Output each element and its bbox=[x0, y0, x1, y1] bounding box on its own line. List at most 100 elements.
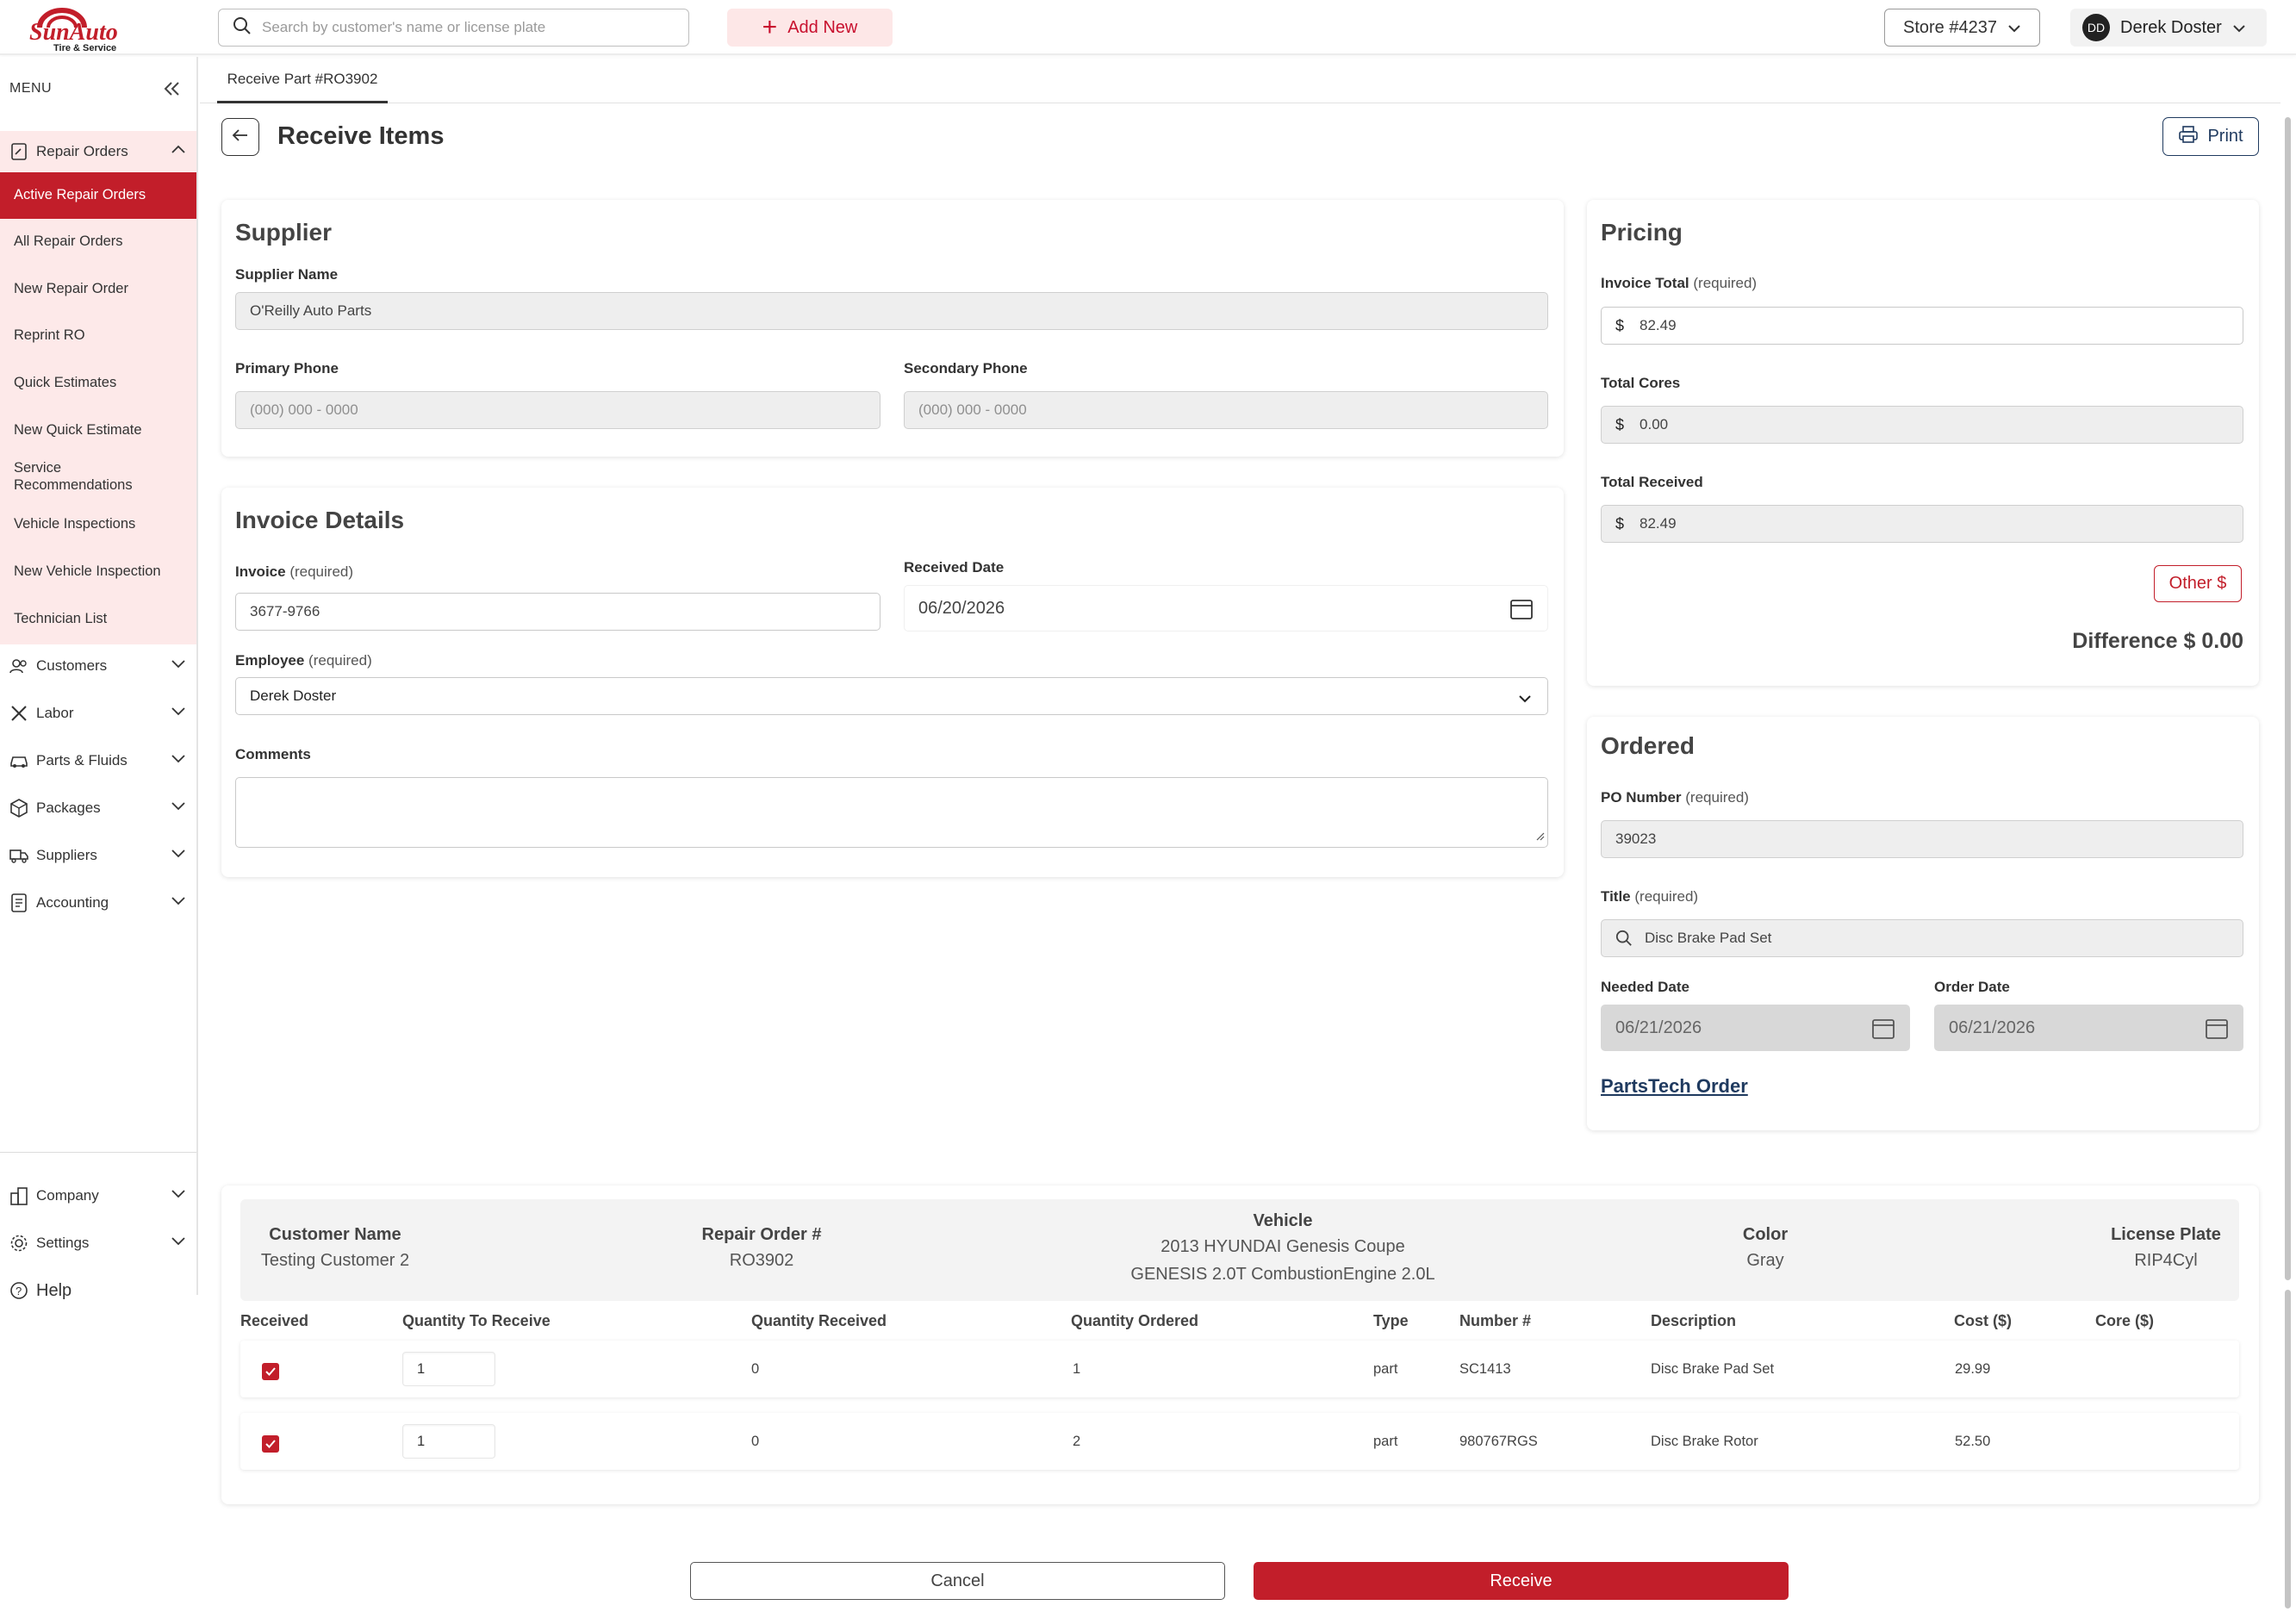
user-menu[interactable]: DD Derek Doster bbox=[2070, 9, 2267, 47]
search-input[interactable]: Search by customer's name or license pla… bbox=[218, 9, 689, 47]
print-button[interactable]: Print bbox=[2162, 117, 2259, 156]
top-bar: SunAuto Tire & Service Search by custome… bbox=[0, 0, 2296, 55]
package-icon bbox=[9, 798, 29, 818]
calendar-icon[interactable] bbox=[1509, 598, 1534, 625]
employee-label-text: Employee bbox=[235, 652, 305, 669]
total-cores-field[interactable]: $0.00 bbox=[1601, 406, 2243, 444]
sidebar-item-help[interactable]: ? Help bbox=[0, 1270, 196, 1311]
total-received-label: Total Received bbox=[1601, 474, 1703, 490]
dollar-sign: $ bbox=[1615, 316, 1625, 334]
sidebar-item-label: Settings bbox=[36, 1235, 90, 1251]
total-cores-value: 0.00 bbox=[1640, 416, 1669, 432]
comments-label: Comments bbox=[235, 746, 311, 762]
calendar-icon[interactable] bbox=[1871, 1017, 1895, 1045]
sidebar-item-suppliers[interactable]: Suppliers bbox=[0, 835, 196, 876]
scrollbar-thumb[interactable] bbox=[2285, 117, 2291, 1280]
total-received-field[interactable]: $82.49 bbox=[1601, 505, 2243, 543]
primary-phone-field[interactable]: (000) 000 - 0000 bbox=[235, 391, 880, 429]
sidebar-item-label: Customers bbox=[36, 657, 108, 674]
quantity-to-receive-input[interactable]: 1 bbox=[402, 1352, 495, 1386]
store-selector[interactable]: Store #4237 bbox=[1884, 9, 2040, 47]
sunauto-logo[interactable]: SunAuto Tire & Service bbox=[28, 5, 131, 53]
chevron-down-icon bbox=[171, 1185, 186, 1203]
received-checkbox[interactable] bbox=[262, 1435, 279, 1453]
license-plate-header: License Plate bbox=[2111, 1225, 2221, 1244]
sidebar-item-repair-orders[interactable]: Repair Orders bbox=[0, 131, 196, 172]
needed-date-field[interactable]: 06/21/2026 bbox=[1601, 1005, 1910, 1051]
sidebar-item-all-repair-orders[interactable]: All Repair Orders bbox=[0, 219, 196, 265]
help-icon: ? bbox=[9, 1280, 29, 1301]
sidebar-item-service-recommendations[interactable]: Service Recommendations bbox=[0, 454, 172, 501]
collapse-sidebar-icon[interactable] bbox=[164, 79, 181, 102]
color-col: Color Gray bbox=[1714, 1225, 1817, 1274]
secondary-phone-field[interactable]: (000) 000 - 0000 bbox=[904, 391, 1548, 429]
users-icon bbox=[9, 656, 29, 676]
order-date-field[interactable]: 06/21/2026 bbox=[1934, 1005, 2243, 1051]
invoice-total-label: Invoice Total (required) bbox=[1601, 275, 1757, 292]
quantity-to-receive-input[interactable]: 1 bbox=[402, 1424, 495, 1459]
sidebar-item-customers[interactable]: Customers bbox=[0, 645, 196, 687]
quantity-received-cell: 0 bbox=[751, 1434, 760, 1449]
sidebar-item-company[interactable]: Company bbox=[0, 1175, 196, 1216]
received-checkbox[interactable] bbox=[262, 1363, 279, 1380]
invoice-total-field[interactable]: $82.49 bbox=[1601, 307, 2243, 345]
sidebar-item-labor[interactable]: Labor bbox=[0, 693, 196, 734]
employee-select[interactable]: Derek Doster bbox=[235, 677, 1548, 715]
repair-order-value: RO3902 bbox=[729, 1251, 794, 1270]
car-icon bbox=[9, 750, 29, 771]
tab-bar: Receive Part #RO3902 bbox=[200, 57, 2280, 103]
sidebar-item-accounting[interactable]: Accounting bbox=[0, 882, 196, 924]
sidebar-item-quick-estimates[interactable]: Quick Estimates bbox=[0, 360, 196, 407]
col-header-core: Core ($) bbox=[2095, 1312, 2155, 1329]
chevron-down-icon bbox=[171, 1233, 186, 1250]
sidebar-item-vehicle-inspections[interactable]: Vehicle Inspections bbox=[0, 501, 196, 548]
col-header-received: Received bbox=[240, 1312, 309, 1329]
add-new-button[interactable]: + Add New bbox=[727, 9, 893, 47]
sidebar-item-technician-list[interactable]: Technician List bbox=[0, 596, 196, 643]
sidebar-item-active-repair-orders[interactable]: Active Repair Orders bbox=[0, 172, 196, 219]
other-amount-button[interactable]: Other $ bbox=[2154, 565, 2242, 602]
sidebar-item-reprint-ro[interactable]: Reprint RO bbox=[0, 313, 196, 359]
resize-handle-icon[interactable] bbox=[1534, 828, 1545, 845]
sidebar-item-new-quick-estimate[interactable]: New Quick Estimate bbox=[0, 408, 196, 454]
required-tag: (required) bbox=[289, 563, 354, 580]
sidebar-divider bbox=[0, 1152, 196, 1153]
table-row: 1 0 1 part SC1413 Disc Brake Pad Set 29.… bbox=[240, 1341, 2239, 1397]
svg-text:SunAuto: SunAuto bbox=[29, 19, 118, 46]
vehicle-header: Vehicle bbox=[1253, 1211, 1313, 1230]
col-header-description: Description bbox=[1651, 1312, 1737, 1329]
sidebar-item-packages[interactable]: Packages bbox=[0, 787, 196, 829]
title-search-field[interactable]: Disc Brake Pad Set bbox=[1601, 919, 2243, 957]
sidebar-item-settings[interactable]: Settings bbox=[0, 1223, 196, 1264]
partstech-order-link[interactable]: PartsTech Order bbox=[1601, 1075, 1748, 1098]
invoice-details-card: Invoice Details Invoice (required) 3677-… bbox=[221, 488, 1564, 877]
receive-button[interactable]: Receive bbox=[1254, 1562, 1789, 1600]
sidebar-item-label: Labor bbox=[36, 705, 74, 721]
cancel-button[interactable]: Cancel bbox=[690, 1562, 1225, 1600]
tab-receive-part[interactable]: Receive Part #RO3902 bbox=[217, 57, 388, 103]
order-date-value: 06/21/2026 bbox=[1949, 1017, 2036, 1037]
dollar-sign: $ bbox=[1615, 415, 1625, 433]
po-number-label: PO Number (required) bbox=[1601, 789, 1749, 806]
supplier-name-label: Supplier Name bbox=[235, 266, 339, 283]
col-header-type: Type bbox=[1373, 1312, 1409, 1329]
comments-textarea[interactable] bbox=[235, 777, 1548, 848]
back-button[interactable] bbox=[221, 118, 259, 156]
pricing-title: Pricing bbox=[1601, 219, 1683, 246]
chevron-down-icon bbox=[171, 750, 186, 768]
invoice-field[interactable]: 3677-9766 bbox=[235, 593, 880, 631]
scrollbar-thumb-lower[interactable] bbox=[2285, 1290, 2291, 1608]
required-tag: (required) bbox=[1634, 888, 1699, 905]
sidebar-item-new-repair-order[interactable]: New Repair Order bbox=[0, 266, 196, 313]
sidebar-item-parts-fluids[interactable]: Parts & Fluids bbox=[0, 740, 196, 781]
sidebar-item-new-vehicle-inspection[interactable]: New Vehicle Inspection bbox=[0, 549, 196, 595]
calendar-icon[interactable] bbox=[2205, 1017, 2229, 1045]
arrow-left-icon bbox=[232, 128, 249, 146]
vehicle-value-line1: 2013 HYUNDAI Genesis Coupe bbox=[1160, 1237, 1405, 1256]
invoice-value: 3677-9766 bbox=[250, 603, 320, 619]
po-number-field[interactable]: 39023 bbox=[1601, 820, 2243, 858]
quantity-ordered-cell: 2 bbox=[1073, 1434, 1081, 1449]
supplier-name-field[interactable]: O'Reilly Auto Parts bbox=[235, 292, 1548, 330]
received-date-field[interactable]: 06/20/2026 bbox=[904, 585, 1548, 632]
cost-cell: 29.99 bbox=[1955, 1361, 1991, 1377]
